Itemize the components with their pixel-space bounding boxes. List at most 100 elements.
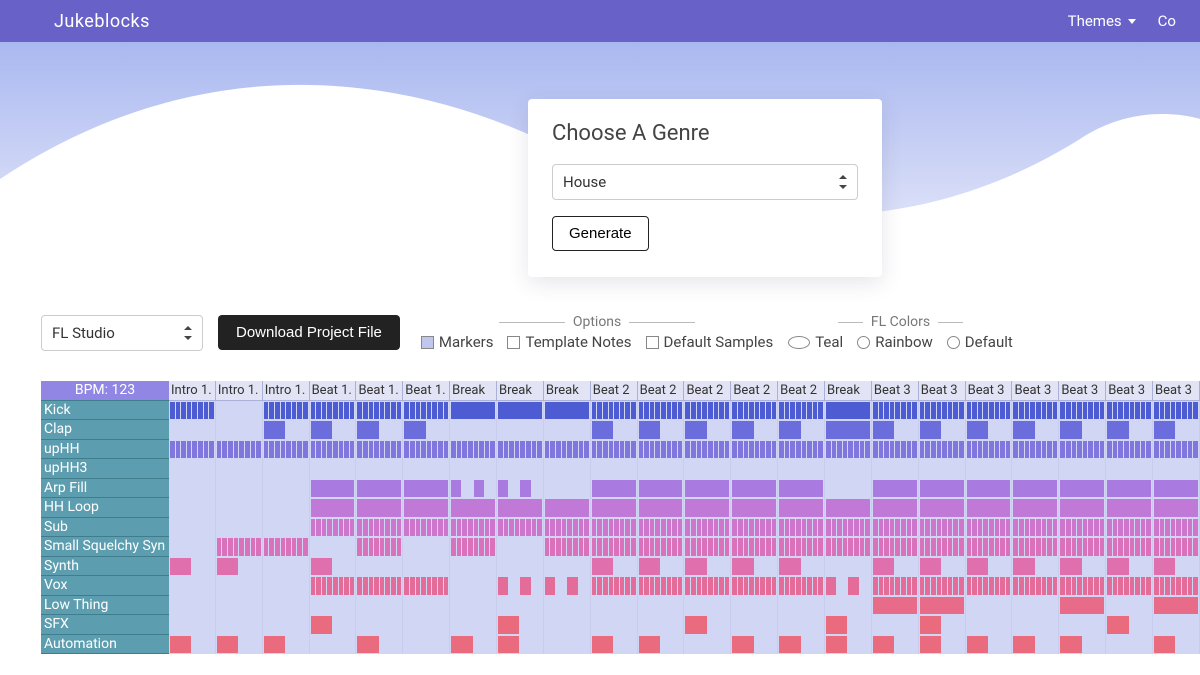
grid-cell[interactable]	[263, 596, 310, 616]
grid-cell[interactable]	[1106, 479, 1153, 499]
grid-cell[interactable]	[684, 557, 731, 577]
grid-cell[interactable]	[356, 401, 403, 421]
grid-cell[interactable]	[544, 537, 591, 557]
grid-cell[interactable]	[544, 479, 591, 499]
generate-button[interactable]: Generate	[552, 216, 649, 251]
grid-cell[interactable]	[919, 420, 966, 440]
grid-cell[interactable]	[263, 576, 310, 596]
grid-cell[interactable]	[872, 576, 919, 596]
grid-cell[interactable]	[1012, 537, 1059, 557]
section-header[interactable]: Break	[825, 381, 872, 401]
grid-cell[interactable]	[966, 596, 1013, 616]
grid-cell[interactable]	[216, 420, 263, 440]
grid-cell[interactable]	[1059, 420, 1106, 440]
grid-cell[interactable]	[778, 635, 825, 655]
grid-cell[interactable]	[310, 420, 357, 440]
grid-cell[interactable]	[778, 440, 825, 460]
grid-cell[interactable]	[825, 498, 872, 518]
grid-cell[interactable]	[403, 596, 450, 616]
grid-cell[interactable]	[263, 459, 310, 479]
section-header[interactable]: Beat 3	[1012, 381, 1059, 401]
grid-cell[interactable]	[356, 518, 403, 538]
grid-cell[interactable]	[403, 401, 450, 421]
grid-cell[interactable]	[731, 615, 778, 635]
grid-cell[interactable]	[591, 576, 638, 596]
section-header[interactable]: Beat 2	[591, 381, 638, 401]
grid-cell[interactable]	[1059, 615, 1106, 635]
grid-cell[interactable]	[1012, 479, 1059, 499]
grid-cell[interactable]	[1012, 615, 1059, 635]
grid-cell[interactable]	[169, 459, 216, 479]
color-teal[interactable]: Teal	[788, 333, 843, 351]
section-header[interactable]: Beat 3	[1059, 381, 1106, 401]
grid-cell[interactable]	[825, 537, 872, 557]
grid-cell[interactable]	[919, 537, 966, 557]
grid-cell[interactable]	[778, 498, 825, 518]
grid-cell[interactable]	[1059, 537, 1106, 557]
grid-cell[interactable]	[966, 537, 1013, 557]
grid-cell[interactable]	[1153, 440, 1200, 460]
grid-cell[interactable]	[966, 420, 1013, 440]
grid-cell[interactable]	[1012, 459, 1059, 479]
grid-cell[interactable]	[778, 557, 825, 577]
grid-cell[interactable]	[966, 498, 1013, 518]
grid-cell[interactable]	[638, 401, 685, 421]
color-rainbow[interactable]: Rainbow	[857, 333, 933, 351]
grid-cell[interactable]	[1059, 576, 1106, 596]
grid-cell[interactable]	[591, 420, 638, 440]
grid-cell[interactable]	[731, 537, 778, 557]
grid-cell[interactable]	[169, 401, 216, 421]
grid-cell[interactable]	[778, 459, 825, 479]
grid-cell[interactable]	[310, 596, 357, 616]
grid-cell[interactable]	[638, 479, 685, 499]
grid-cell[interactable]	[169, 498, 216, 518]
grid-cell[interactable]	[731, 596, 778, 616]
grid-cell[interactable]	[825, 440, 872, 460]
grid-cell[interactable]	[1106, 596, 1153, 616]
grid-cell[interactable]	[731, 576, 778, 596]
grid-cell[interactable]	[544, 635, 591, 655]
grid-cell[interactable]	[544, 557, 591, 577]
grid-cell[interactable]	[919, 459, 966, 479]
grid-cell[interactable]	[497, 596, 544, 616]
grid-cell[interactable]	[825, 420, 872, 440]
grid-cell[interactable]	[1059, 401, 1106, 421]
grid-cell[interactable]	[544, 459, 591, 479]
section-header[interactable]: Intro 1.	[169, 381, 216, 401]
grid-cell[interactable]	[825, 596, 872, 616]
grid-cell[interactable]	[263, 498, 310, 518]
grid-cell[interactable]	[263, 420, 310, 440]
grid-cell[interactable]	[1059, 518, 1106, 538]
grid-cell[interactable]	[450, 537, 497, 557]
grid-cell[interactable]	[1059, 635, 1106, 655]
section-header[interactable]: Beat 3	[966, 381, 1013, 401]
grid-cell[interactable]	[872, 596, 919, 616]
grid-cell[interactable]	[356, 615, 403, 635]
grid-cell[interactable]	[919, 401, 966, 421]
grid-cell[interactable]	[544, 576, 591, 596]
grid-cell[interactable]	[216, 498, 263, 518]
grid-cell[interactable]	[497, 635, 544, 655]
grid-cell[interactable]	[497, 537, 544, 557]
grid-cell[interactable]	[731, 635, 778, 655]
grid-cell[interactable]	[1106, 557, 1153, 577]
grid-cell[interactable]	[638, 498, 685, 518]
grid-cell[interactable]	[450, 440, 497, 460]
grid-cell[interactable]	[1153, 615, 1200, 635]
grid-cell[interactable]	[966, 440, 1013, 460]
grid-cell[interactable]	[778, 615, 825, 635]
grid-cell[interactable]	[731, 518, 778, 538]
grid-cell[interactable]	[450, 518, 497, 538]
grid-cell[interactable]	[1012, 420, 1059, 440]
grid-cell[interactable]	[1012, 576, 1059, 596]
grid-cell[interactable]	[1106, 459, 1153, 479]
grid-cell[interactable]	[403, 420, 450, 440]
grid-cell[interactable]	[591, 596, 638, 616]
grid-cell[interactable]	[1106, 537, 1153, 557]
grid-cell[interactable]	[1153, 479, 1200, 499]
track-label[interactable]: Arp Fill	[41, 479, 169, 499]
grid-cell[interactable]	[1106, 518, 1153, 538]
grid-cell[interactable]	[544, 498, 591, 518]
grid-cell[interactable]	[872, 459, 919, 479]
grid-cell[interactable]	[216, 615, 263, 635]
